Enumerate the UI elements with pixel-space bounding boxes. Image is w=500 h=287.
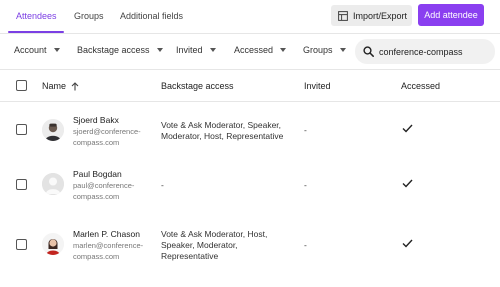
select-all-checkbox[interactable] (16, 80, 27, 91)
filter-groups-label: Groups (303, 45, 333, 55)
tab-groups[interactable]: Groups (74, 11, 104, 21)
chevron-down-icon (209, 48, 216, 52)
filter-backstage-label: Backstage access (77, 45, 150, 55)
check-icon (402, 124, 413, 133)
column-accessed[interactable]: Accessed (401, 81, 440, 91)
attendee-email-line1: paul@conference- (73, 181, 135, 190)
attendee-email-line2: compass.com (73, 138, 120, 147)
row-checkbox[interactable] (16, 124, 27, 135)
table-header: Name Backstage access Invited Accessed (0, 70, 500, 102)
filter-account[interactable]: Account (14, 45, 60, 55)
table-row[interactable]: Paul Bogdan paul@conference- compass.com… (0, 156, 500, 212)
tab-attendees[interactable]: Attendees (16, 11, 57, 21)
top-bar: Attendees Groups Additional fields Impor… (0, 0, 500, 34)
tab-additional-fields[interactable]: Additional fields (120, 11, 183, 21)
attendee-email-line2: compass.com (73, 192, 120, 201)
invited-value: - (304, 180, 307, 190)
attendee-name: Sjoerd Bakx (73, 115, 119, 125)
backstage-access-line1: - (161, 180, 164, 190)
backstage-access-line1: Vote & Ask Moderator, Host, (161, 229, 268, 239)
chevron-down-icon (280, 48, 287, 52)
person-icon (42, 173, 64, 195)
table-row[interactable]: Marlen P. Chason marlen@conference- comp… (0, 212, 500, 282)
check-icon (402, 239, 413, 248)
column-name[interactable]: Name (42, 81, 79, 91)
chevron-down-icon (53, 48, 60, 52)
search-icon (363, 46, 374, 57)
attendee-email-line2: compass.com (73, 252, 120, 261)
active-tab-indicator (8, 31, 64, 33)
avatar-placeholder (42, 173, 64, 195)
arrow-up-icon (71, 81, 79, 90)
invited-value: - (304, 125, 307, 135)
attendee-name: Paul Bogdan (73, 169, 122, 179)
attendee-email-line1: marlen@conference- (73, 241, 144, 250)
attendee-email-line1: sjoerd@conference- (73, 127, 141, 136)
avatar (42, 119, 64, 141)
filter-backstage-access[interactable]: Backstage access (77, 45, 163, 55)
filter-invited-label: Invited (176, 45, 203, 55)
invited-value: - (304, 240, 307, 250)
filter-bar: Account Backstage access Invited Accesse… (0, 34, 500, 70)
filter-accessed-label: Accessed (234, 45, 274, 55)
add-attendee-button[interactable]: Add attendee (418, 4, 484, 26)
column-invited[interactable]: Invited (304, 81, 331, 91)
check-icon (402, 179, 413, 188)
import-export-button[interactable]: Import/Export (331, 5, 412, 26)
filter-invited[interactable]: Invited (176, 45, 216, 55)
backstage-access-line2: Moderator, Host, Representative (161, 131, 284, 141)
import-export-label: Import/Export (353, 10, 408, 21)
backstage-access-line2: Speaker, Moderator, (161, 240, 238, 250)
chevron-down-icon (339, 48, 346, 52)
add-attendee-label: Add attendee (424, 10, 478, 20)
filter-accessed[interactable]: Accessed (234, 45, 287, 55)
row-checkbox[interactable] (16, 239, 27, 250)
table-icon (338, 10, 348, 21)
avatar (42, 233, 64, 255)
avatar-photo (42, 119, 64, 141)
chevron-down-icon (156, 48, 163, 52)
table-row[interactable]: Sjoerd Bakx sjoerd@conference- compass.c… (0, 102, 500, 156)
backstage-access-line3: Representative (161, 251, 219, 261)
attendee-name: Marlen P. Chason (73, 229, 140, 239)
filter-groups[interactable]: Groups (303, 45, 346, 55)
column-backstage-access[interactable]: Backstage access (161, 81, 234, 91)
backstage-access-line1: Vote & Ask Moderator, Speaker, (161, 120, 282, 130)
search-box[interactable] (355, 39, 495, 64)
filter-account-label: Account (14, 45, 47, 55)
row-checkbox[interactable] (16, 179, 27, 190)
avatar-photo (42, 233, 64, 255)
search-input[interactable] (379, 46, 489, 57)
column-name-label: Name (42, 81, 67, 91)
